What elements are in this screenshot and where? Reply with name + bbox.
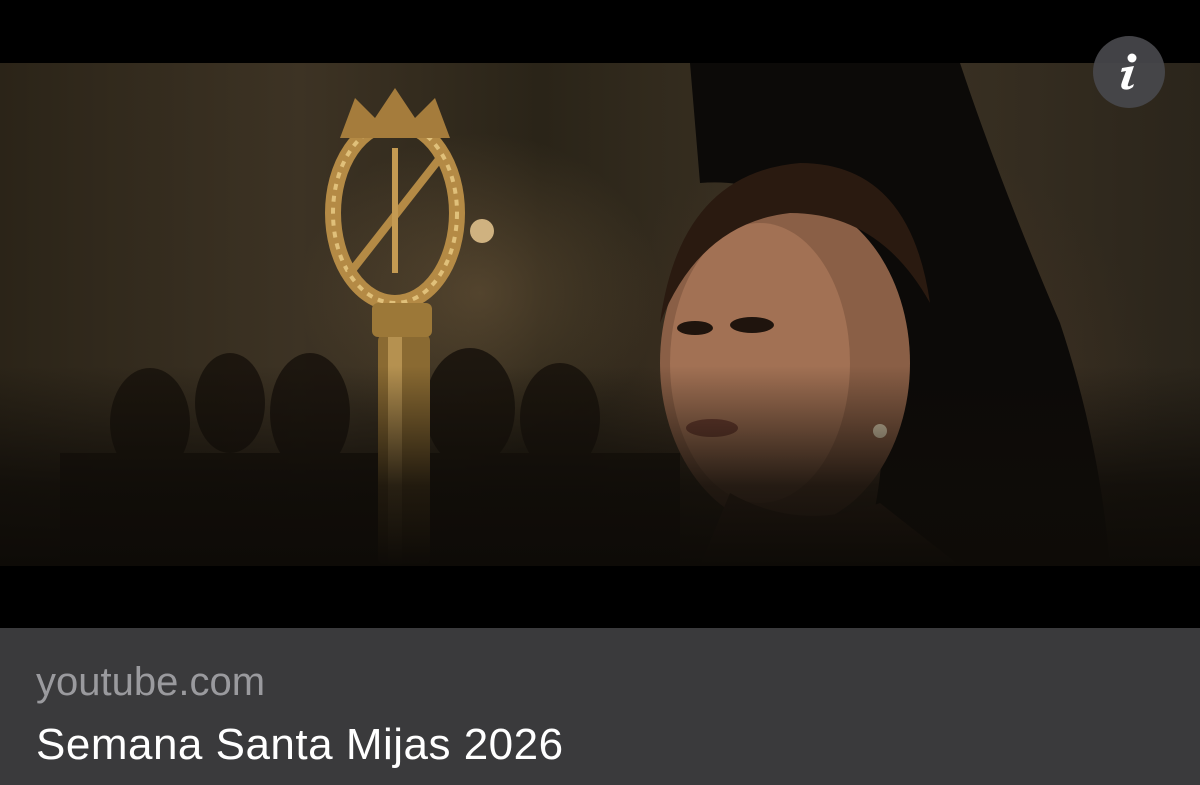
video-thumbnail[interactable]	[0, 0, 1200, 628]
thumbnail-image	[0, 63, 1200, 566]
link-preview-card[interactable]: youtube.com Semana Santa Mijas 2026	[0, 0, 1200, 785]
info-button[interactable]	[1093, 36, 1165, 108]
link-metadata[interactable]: youtube.com Semana Santa Mijas 2026	[0, 628, 1200, 785]
link-domain: youtube.com	[36, 660, 266, 704]
info-icon	[1121, 53, 1137, 90]
link-title: Semana Santa Mijas 2026	[36, 720, 564, 769]
thumbnail-shadow	[0, 366, 1200, 566]
